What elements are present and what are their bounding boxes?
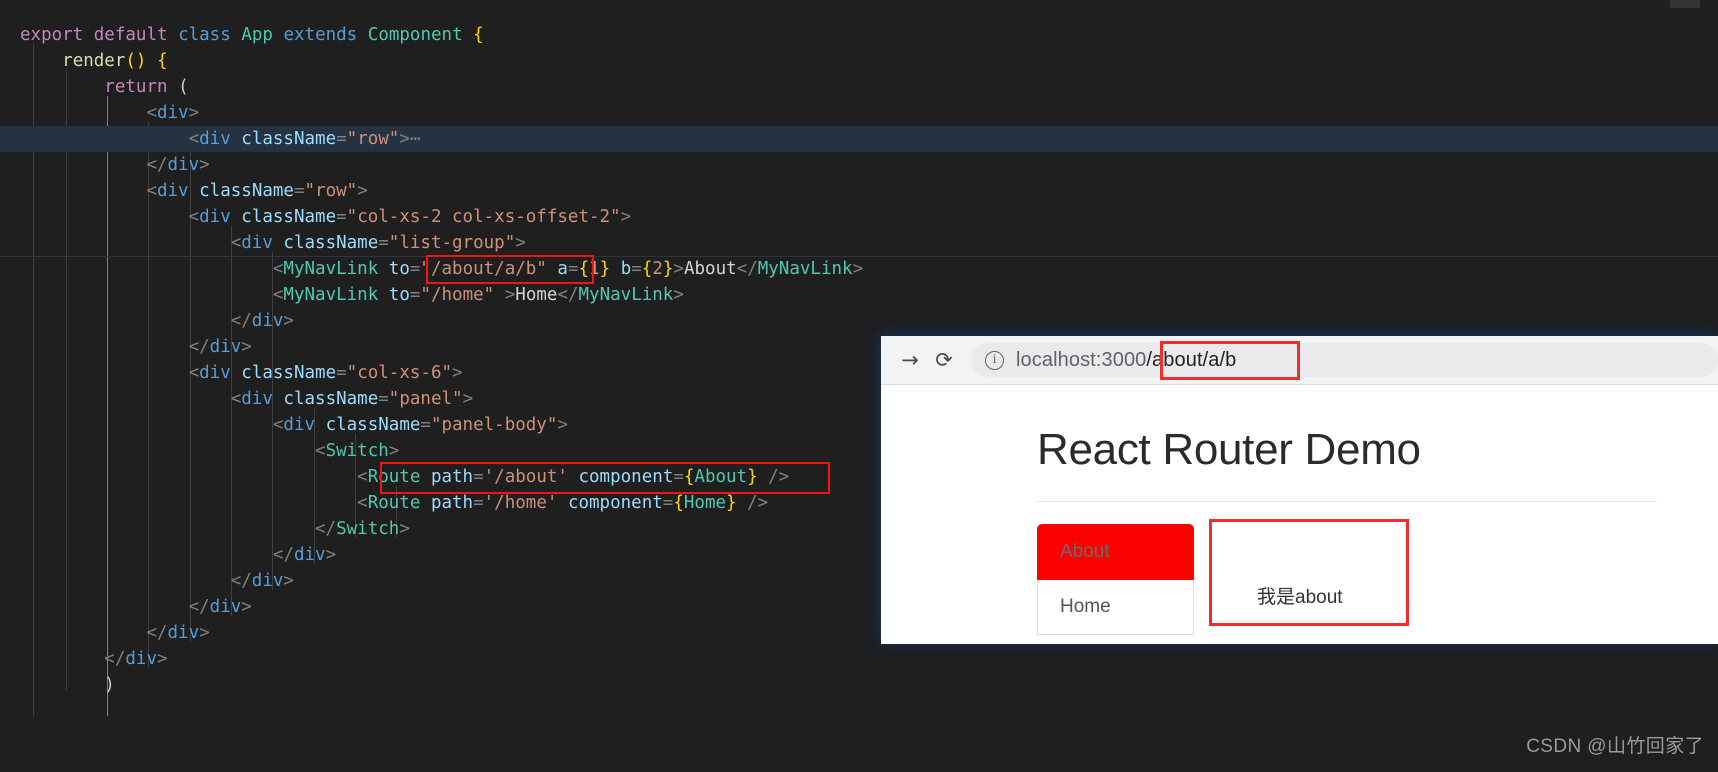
- site-info-icon[interactable]: i: [985, 350, 1004, 370]
- code-line[interactable]: export default class App extends Compone…: [0, 22, 1718, 48]
- watermark: CSDN @山竹回家了: [1526, 736, 1704, 757]
- code-line[interactable]: <div className="list-group">: [0, 230, 1718, 256]
- page-row: About Home 我是about: [881, 502, 1718, 635]
- code-line[interactable]: </div>: [0, 646, 1718, 672]
- code-line[interactable]: ): [0, 672, 1718, 698]
- forward-icon[interactable]: →: [893, 343, 927, 377]
- url-path: /about/a/b: [1146, 348, 1237, 371]
- code-line[interactable]: render() {: [0, 48, 1718, 74]
- code-line[interactable]: </div>: [0, 152, 1718, 178]
- screen-artifact: [1670, 0, 1700, 8]
- browser-toolbar[interactable]: → ⟳ i localhost:3000/about/a/b: [881, 336, 1718, 385]
- page-content: React Router Demo About Home 我是about: [881, 385, 1718, 644]
- code-line[interactable]: </div>: [0, 308, 1718, 334]
- code-line[interactable]: <div>: [0, 100, 1718, 126]
- code-line[interactable]: return (: [0, 74, 1718, 100]
- url-host: localhost:3000: [1016, 348, 1147, 371]
- code-line[interactable]: <MyNavLink to="/about/a/b" a={1} b={2}>A…: [0, 256, 1718, 282]
- browser-window[interactable]: → ⟳ i localhost:3000/about/a/b React Rou…: [881, 336, 1718, 644]
- url-text: localhost:3000/about/a/b: [1016, 349, 1236, 372]
- nav-list-group[interactable]: About Home: [1037, 524, 1194, 635]
- code-line[interactable]: <div className="row">: [0, 178, 1718, 204]
- nav-item-home[interactable]: Home: [1037, 580, 1194, 635]
- nav-item-about[interactable]: About: [1037, 524, 1194, 580]
- about-component-text: 我是about: [1257, 587, 1343, 608]
- reload-icon[interactable]: ⟳: [927, 343, 961, 377]
- code-line-active[interactable]: <div className="row">⋯: [0, 126, 1718, 152]
- page-title: React Router Demo: [1037, 425, 1421, 474]
- address-bar[interactable]: i localhost:3000/about/a/b: [971, 343, 1718, 377]
- code-line[interactable]: <MyNavLink to="/home" >Home</MyNavLink>: [0, 282, 1718, 308]
- code-line[interactable]: <div className="col-xs-2 col-xs-offset-2…: [0, 204, 1718, 230]
- route-panel: 我是about: [1213, 524, 1718, 635]
